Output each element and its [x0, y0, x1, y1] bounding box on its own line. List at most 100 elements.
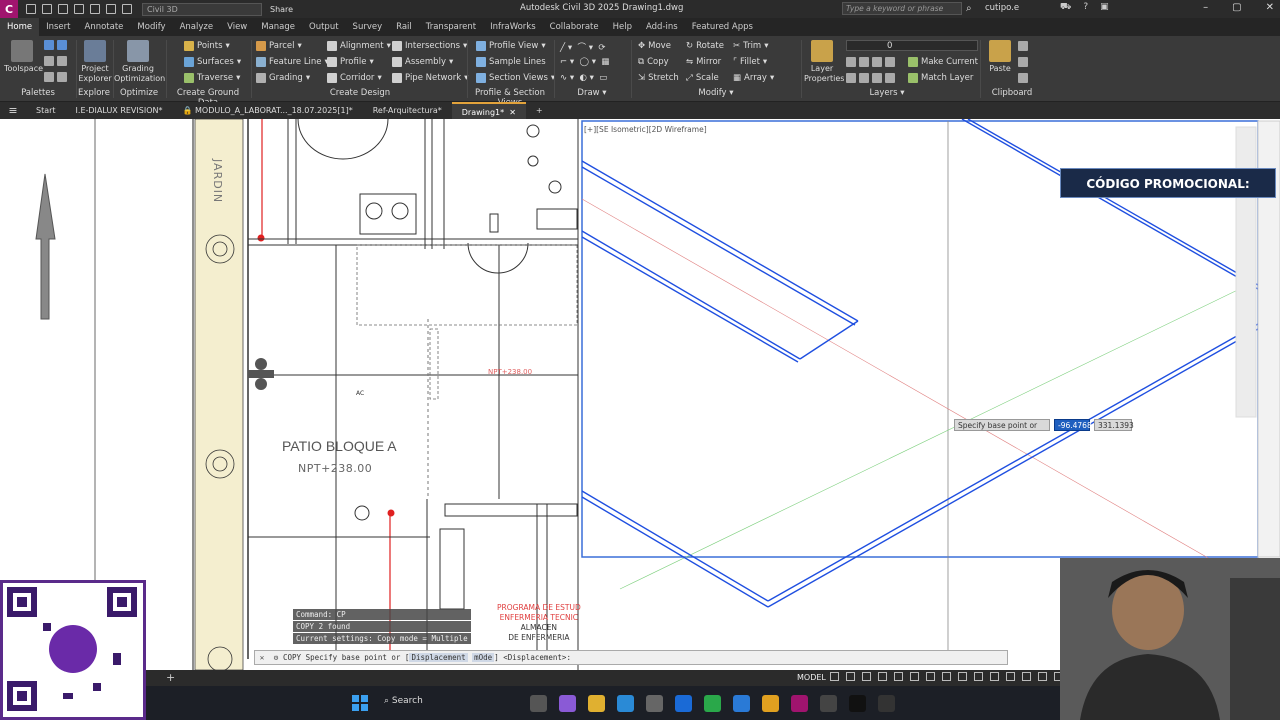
whatsapp-icon[interactable] [704, 695, 721, 712]
store-icon[interactable] [646, 695, 663, 712]
add-layout-icon[interactable]: + [166, 671, 175, 684]
search-input[interactable]: Type a keyword or phrase [842, 2, 962, 15]
profile-view-button[interactable]: Profile View ▾ [476, 41, 546, 51]
traverse-button[interactable]: Traverse ▾ [184, 73, 240, 83]
trim-button[interactable]: ✂ Trim ▾ [733, 41, 769, 51]
undo-icon[interactable] [106, 4, 116, 14]
intersections-button[interactable]: Intersections ▾ [392, 41, 467, 51]
task-view-icon[interactable] [530, 695, 547, 712]
maximize-icon[interactable]: ▢ [1232, 2, 1241, 13]
lineweight-icon[interactable] [926, 672, 935, 681]
close-tab-icon[interactable]: ✕ [509, 108, 516, 117]
save-icon[interactable] [58, 4, 68, 14]
dx-icon[interactable] [878, 695, 895, 712]
corridor-button[interactable]: Corridor ▾ [327, 73, 382, 83]
tab-home[interactable]: Home [0, 18, 40, 36]
edge-icon[interactable] [617, 695, 634, 712]
snap-icon[interactable] [846, 672, 855, 681]
parcel-button[interactable]: Parcel ▾ [256, 41, 302, 51]
displacement-option[interactable]: Displacement [409, 653, 468, 662]
close-command-icon[interactable]: ✕ [255, 653, 269, 662]
doc-tab-start[interactable]: Start [26, 102, 66, 119]
file-explorer-icon[interactable] [588, 695, 605, 712]
fillet-button[interactable]: ⌜ Fillet ▾ [733, 57, 767, 67]
ground-group-title[interactable]: Create Ground Data [166, 88, 250, 108]
design-group-title[interactable]: Create Design [252, 88, 468, 99]
layer-tools-row1[interactable] [846, 57, 895, 67]
open-icon[interactable] [42, 4, 52, 14]
model-space-button[interactable]: MODEL [797, 673, 826, 682]
paste-button[interactable]: Paste [986, 40, 1014, 74]
array-button[interactable]: ▦ Array ▾ [733, 73, 774, 83]
settings-icon[interactable] [820, 695, 837, 712]
toolspace-button[interactable]: Toolspace [4, 40, 43, 74]
palette-icons-2[interactable] [44, 56, 67, 66]
pipe-network-button[interactable]: Pipe Network ▾ [392, 73, 468, 83]
layers-group-title[interactable]: Layers ▾ [801, 88, 973, 99]
layer-tools-row2[interactable] [846, 73, 895, 83]
polar-icon[interactable] [878, 672, 887, 681]
grading-optimization-button[interactable]: Grading Optimization [114, 40, 165, 84]
project-explorer-button[interactable]: Project Explorer [78, 40, 112, 84]
match-layer-button[interactable]: Match Layer [908, 73, 973, 83]
surfaces-button[interactable]: Surfaces ▾ [184, 57, 241, 67]
app-logo[interactable]: C [0, 0, 18, 18]
cart-icon[interactable]: ⛟ [1060, 2, 1071, 13]
vscode-icon[interactable] [733, 695, 750, 712]
taskbar-search[interactable]: ⌕ Search [384, 696, 423, 706]
tab-analyze[interactable]: Analyze [173, 18, 221, 36]
move-button[interactable]: ✥ Move [638, 41, 671, 51]
tab-rail[interactable]: Rail [389, 18, 419, 36]
app-store-icon[interactable]: ▣ [1100, 2, 1109, 13]
new-icon[interactable] [26, 4, 36, 14]
new-tab-icon[interactable]: + [526, 102, 553, 119]
sample-lines-button[interactable]: Sample Lines [476, 57, 546, 67]
grid-icon[interactable] [830, 672, 839, 681]
user-account[interactable]: cutipo.e [985, 3, 1019, 13]
line-icon[interactable]: ╱ ▾ ⌒ ▾ ⟳ [560, 41, 605, 53]
palettes-group-title[interactable]: Palettes [0, 88, 76, 99]
workspace-select[interactable]: Civil 3D [142, 2, 262, 16]
tab-view[interactable]: View [220, 18, 254, 36]
doc-tab-dialux[interactable]: I.E-DIALUX REVISION* [66, 102, 173, 119]
doc-tab-modulo[interactable]: 🔒 MODULO_A_LABORAT..._18.07.2025[1]* [172, 102, 362, 119]
hardware-accel-icon[interactable] [1038, 672, 1047, 681]
mirror-button[interactable]: ⇋ Mirror [686, 57, 721, 67]
tab-survey[interactable]: Survey [346, 18, 390, 36]
menu-icon[interactable]: ≡ [0, 104, 26, 117]
assembly-button[interactable]: Assembly ▾ [392, 57, 453, 67]
tab-modify[interactable]: Modify [130, 18, 172, 36]
cut-icon[interactable] [1018, 41, 1028, 51]
layer-select[interactable]: 0 [846, 40, 978, 51]
tiktok-icon[interactable] [849, 695, 866, 712]
transparency-icon[interactable] [942, 672, 951, 681]
tab-output[interactable]: Output [302, 18, 346, 36]
palette-icons[interactable] [44, 40, 67, 50]
redo-icon[interactable] [122, 4, 132, 14]
tab-manage[interactable]: Manage [254, 18, 302, 36]
spline-icon[interactable]: ∿ ▾ ◐ ▾ ▭ [560, 73, 607, 83]
civil3d-taskbar-icon[interactable] [791, 695, 808, 712]
stretch-button[interactable]: ⇲ Stretch [638, 73, 679, 83]
polyline-icon[interactable]: ⌐ ▾ ◯ ▾ ▦ [560, 57, 609, 67]
grading-button[interactable]: Grading ▾ [256, 73, 310, 83]
tab-infraworks[interactable]: InfraWorks [483, 18, 543, 36]
copy-clip-icon[interactable] [1018, 57, 1028, 67]
tooltip-y-input[interactable]: 331.1393 [1094, 419, 1134, 431]
tab-add-ins[interactable]: Add-ins [639, 18, 685, 36]
palette-icons-3[interactable] [44, 72, 67, 82]
selection-cycling-icon[interactable] [958, 672, 967, 681]
alignment-button[interactable]: Alignment ▾ [327, 41, 391, 51]
print-icon[interactable] [90, 4, 100, 14]
scale-button[interactable]: ⤢ Scale [686, 73, 719, 83]
osnap-icon[interactable] [894, 672, 903, 681]
tab-insert[interactable]: Insert [39, 18, 77, 36]
viewport-label[interactable]: [+][SE Isometric][2D Wireframe] [584, 125, 707, 134]
mode-option[interactable]: mOde [472, 653, 495, 662]
customize-icon[interactable]: ⚙ [269, 653, 283, 662]
search-icon[interactable]: ⌕ [966, 3, 972, 14]
command-line[interactable]: ✕ ⚙ COPY Specify base point or [Displace… [254, 650, 1008, 665]
otrack-icon[interactable] [910, 672, 919, 681]
copy-button[interactable]: ⧉ Copy [638, 57, 669, 67]
doc-tab-ref-arquitectura[interactable]: Ref-Arquitectura* [363, 102, 452, 119]
